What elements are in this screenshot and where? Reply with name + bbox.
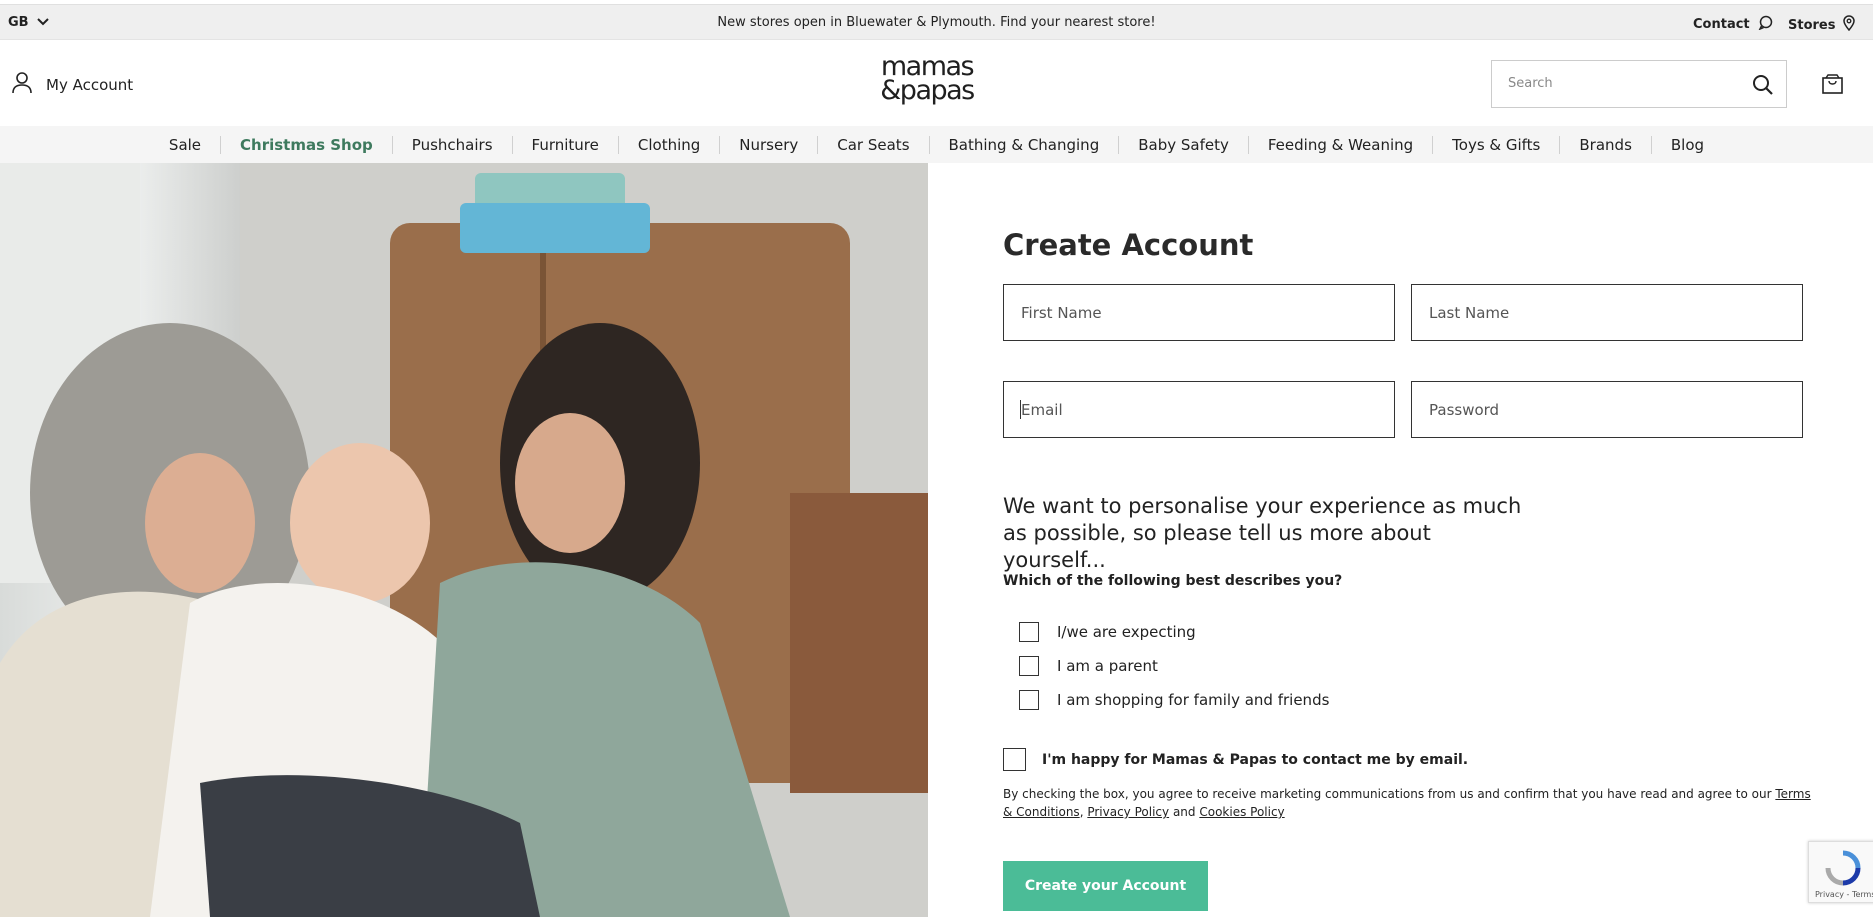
- nav-item-pushchairs[interactable]: Pushchairs: [393, 135, 513, 154]
- chat-bubble-icon: [1758, 15, 1773, 34]
- describes-you-question: Which of the following best describes yo…: [1003, 573, 1343, 589]
- option-label: I am a parent: [1057, 657, 1158, 675]
- legal-text: By checking the box, you agree to receiv…: [1003, 787, 1772, 801]
- my-account-link[interactable]: My Account: [12, 72, 133, 98]
- checkbox[interactable]: [1019, 690, 1039, 710]
- nav-item-bathing-changing[interactable]: Bathing & Changing: [930, 135, 1120, 154]
- password-placeholder: Password: [1429, 401, 1500, 419]
- site-header: My Account mamas &papas Search: [0, 40, 1873, 126]
- contact-label: Contact: [1693, 17, 1750, 32]
- checkbox[interactable]: [1019, 656, 1039, 676]
- site-logo[interactable]: mamas &papas: [862, 53, 992, 106]
- and-text: and: [1172, 805, 1196, 819]
- nav-item-toys-gifts[interactable]: Toys & Gifts: [1433, 135, 1561, 154]
- main-navigation: Sale Christmas Shop Pushchairs Furniture…: [0, 126, 1873, 163]
- password-field[interactable]: Password: [1411, 381, 1803, 438]
- option-label: I/we are expecting: [1057, 623, 1196, 641]
- nav-item-sale[interactable]: Sale: [150, 135, 222, 154]
- page-title: Create Account: [1003, 228, 1254, 262]
- intro-line-1: We want to personalise your experience a…: [1003, 494, 1522, 518]
- checkbox[interactable]: [1019, 622, 1039, 642]
- cookies-link[interactable]: Cookies Policy: [1199, 805, 1284, 819]
- nav-item-christmas-shop[interactable]: Christmas Shop: [221, 135, 393, 154]
- email-field[interactable]: Email: [1003, 381, 1395, 438]
- hero-photo: [0, 163, 928, 917]
- create-account-button[interactable]: Create your Account: [1003, 861, 1208, 911]
- stores-label: Stores: [1788, 17, 1836, 33]
- search-placeholder: Search: [1508, 76, 1553, 91]
- consent-checkbox[interactable]: [1003, 748, 1026, 771]
- stores-link[interactable]: Stores: [1788, 15, 1856, 35]
- email-placeholder: Email: [1021, 401, 1063, 419]
- last-name-field[interactable]: Last Name: [1411, 284, 1803, 341]
- option-parent[interactable]: I am a parent: [1019, 656, 1158, 676]
- nav-item-car-seats[interactable]: Car Seats: [818, 135, 930, 154]
- email-consent[interactable]: I'm happy for Mamas & Papas to contact m…: [1003, 748, 1468, 771]
- nav-item-furniture[interactable]: Furniture: [513, 135, 619, 154]
- logo-line-2: &papas: [880, 75, 975, 106]
- nav-item-feeding-weaning[interactable]: Feeding & Weaning: [1249, 135, 1434, 154]
- top-bar: GB New stores open in Bluewater & Plymou…: [0, 4, 1873, 40]
- privacy-link[interactable]: Privacy Policy: [1087, 805, 1169, 819]
- nav-item-brands[interactable]: Brands: [1560, 135, 1652, 154]
- recaptcha-icon: [1825, 850, 1861, 890]
- option-expecting[interactable]: I/we are expecting: [1019, 622, 1196, 642]
- contact-link[interactable]: Contact: [1693, 15, 1773, 34]
- intro-line-2: as possible, so please tell us more abou…: [1003, 521, 1431, 572]
- shopping-bag-icon[interactable]: [1822, 74, 1843, 98]
- first-name-placeholder: First Name: [1021, 304, 1102, 322]
- search-input[interactable]: Search: [1491, 60, 1787, 108]
- user-icon: [12, 72, 32, 98]
- nav-item-baby-safety[interactable]: Baby Safety: [1119, 135, 1249, 154]
- option-family-friends[interactable]: I am shopping for family and friends: [1019, 690, 1329, 710]
- nav-item-clothing[interactable]: Clothing: [619, 135, 721, 154]
- consent-label: I'm happy for Mamas & Papas to contact m…: [1042, 751, 1469, 768]
- promo-banner[interactable]: New stores open in Bluewater & Plymouth.…: [0, 15, 1873, 30]
- legal-notice: By checking the box, you agree to receiv…: [1003, 787, 1811, 819]
- nav-item-nursery[interactable]: Nursery: [720, 135, 819, 154]
- my-account-label: My Account: [46, 76, 134, 94]
- search-icon[interactable]: [1752, 74, 1774, 100]
- first-name-field[interactable]: First Name: [1003, 284, 1395, 341]
- recaptcha-links[interactable]: Privacy - Terms: [1815, 890, 1873, 899]
- option-label: I am shopping for family and friends: [1057, 691, 1330, 709]
- recaptcha-badge[interactable]: Privacy - Terms: [1808, 841, 1873, 903]
- location-pin-icon: [1843, 15, 1856, 35]
- personalise-intro: We want to personalise your experience a…: [1003, 493, 1523, 574]
- nav-item-blog[interactable]: Blog: [1652, 136, 1723, 154]
- last-name-placeholder: Last Name: [1429, 304, 1510, 322]
